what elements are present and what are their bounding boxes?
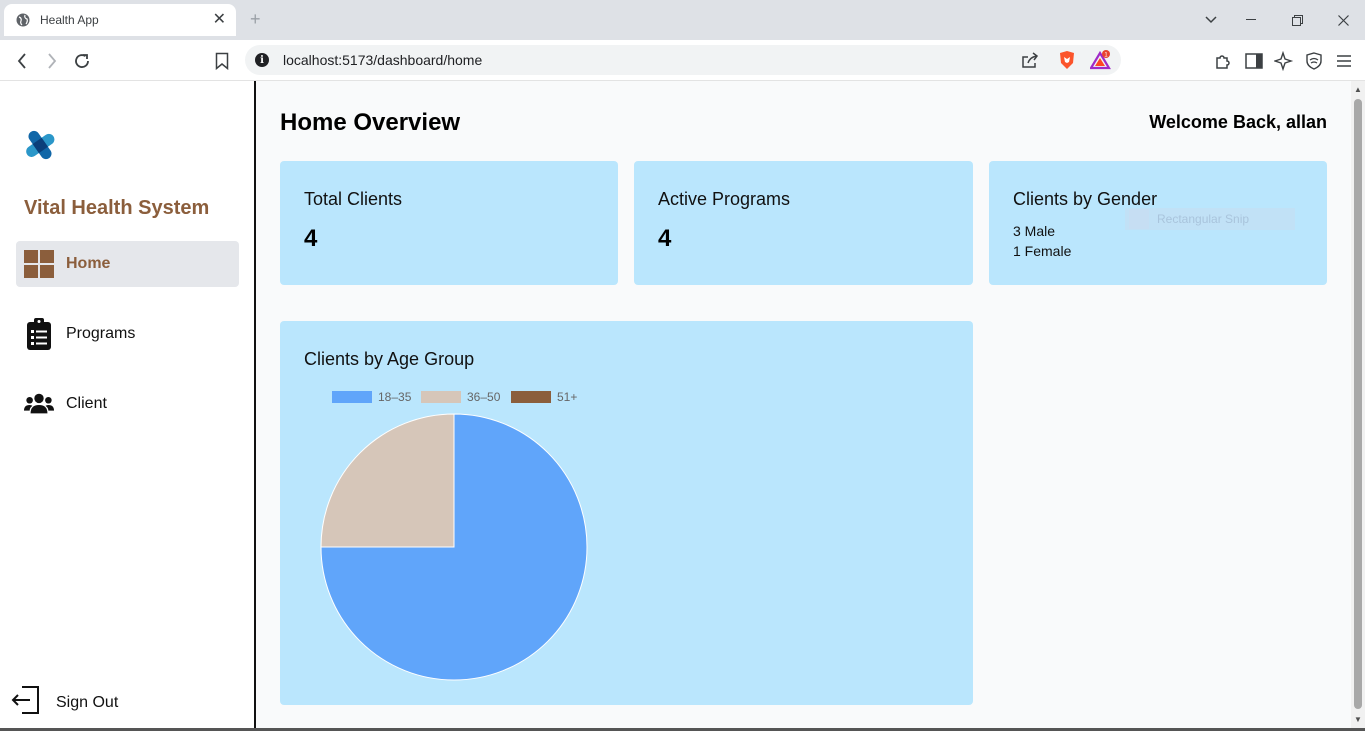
browser-tab-bar: Health App ✕ + (0, 0, 1365, 40)
snip-overlay-text: Rectangular Snip (1157, 212, 1250, 226)
browser-toolbar: i localhost:5173/dashboard/home 1 (0, 40, 1365, 81)
legend-item[interactable]: 36–50 (421, 390, 500, 404)
app-logo (20, 125, 60, 165)
pie-slice-36–50[interactable] (320, 413, 455, 548)
scroll-down-icon[interactable]: ▼ (1354, 715, 1362, 724)
forward-icon[interactable] (41, 50, 63, 72)
male-count: 3 Male (1013, 223, 1056, 239)
brave-shield-icon[interactable] (1056, 49, 1078, 71)
snip-icon (1129, 209, 1149, 229)
female-count: 1 Female (1013, 243, 1072, 259)
legend-swatch (421, 391, 461, 403)
legend-label: 36–50 (467, 390, 501, 404)
leo-ai-icon[interactable] (1273, 50, 1295, 72)
brave-rewards-icon[interactable]: 1 (1090, 49, 1112, 71)
sidebar-item-client[interactable]: Client (16, 381, 239, 427)
card-title: Total Clients (304, 189, 403, 209)
tab-search-chevron-icon[interactable] (1201, 10, 1221, 30)
scroll-up-icon[interactable]: ▲ (1354, 85, 1362, 94)
sign-out-label: Sign Out (56, 693, 119, 711)
clipboard-list-icon (24, 318, 54, 350)
scrollbar-thumb[interactable] (1354, 99, 1362, 709)
address-bar[interactable]: i localhost:5173/dashboard/home 1 (245, 45, 1121, 75)
active-programs-card: Active Programs 4 (634, 161, 973, 285)
brand-name: Vital Health System (24, 197, 210, 219)
app-viewport: Vital Health System Home Programs Client… (0, 81, 1365, 728)
back-icon[interactable] (11, 50, 33, 72)
globe-icon (16, 13, 30, 27)
snip-overlay: Rectangular Snip (1125, 208, 1295, 230)
page-title: Home Overview (280, 109, 461, 136)
sidebar-toggle-icon[interactable] (1243, 50, 1265, 72)
menu-icon[interactable] (1333, 50, 1355, 72)
welcome-message: Welcome Back, allan (1149, 112, 1327, 132)
sidebar-item-home[interactable]: Home (16, 241, 239, 287)
share-icon[interactable] (1019, 49, 1041, 71)
legend-item[interactable]: 51+ (511, 390, 577, 404)
sign-out-button[interactable]: Sign Out (10, 685, 118, 720)
users-icon (24, 389, 54, 419)
url-text: localhost:5173/dashboard/home (283, 52, 483, 68)
close-window-icon[interactable] (1333, 10, 1353, 30)
vpn-shield-icon[interactable] (1303, 50, 1325, 72)
pie-chart (320, 413, 588, 681)
tab-close-icon[interactable]: ✕ (213, 12, 226, 28)
card-title: Clients by Age Group (304, 349, 475, 369)
new-tab-icon[interactable]: + (250, 9, 261, 30)
sign-out-icon (10, 685, 40, 720)
tab-title: Health App (40, 13, 99, 27)
legend-label: 18–35 (378, 390, 412, 404)
card-title: Active Programs (658, 189, 791, 209)
sidebar-item-label: Programs (66, 325, 136, 342)
legend-swatch (511, 391, 551, 403)
sidebar-item-label: Client (66, 395, 107, 412)
age-group-chart-card: Clients by Age Group 18–35 36–50 51+ (280, 321, 973, 705)
grid-icon (24, 249, 54, 279)
restore-icon[interactable] (1287, 10, 1307, 30)
sidebar-item-programs[interactable]: Programs (16, 311, 239, 357)
card-title: Clients by Gender (1013, 189, 1158, 209)
site-info-icon[interactable]: i (255, 53, 269, 67)
legend-swatch (332, 391, 372, 403)
sidebar-item-label: Home (66, 255, 111, 272)
browser-tab[interactable]: Health App ✕ (4, 4, 236, 36)
minimize-icon[interactable] (1241, 10, 1261, 30)
bookmark-icon[interactable] (211, 50, 233, 72)
card-value: 4 (658, 225, 672, 252)
extensions-icon[interactable] (1212, 50, 1234, 72)
main-content: Home Overview Welcome Back, allan Total … (256, 81, 1351, 728)
sidebar: Vital Health System Home Programs Client… (0, 81, 256, 728)
legend-label: 51+ (557, 390, 578, 404)
card-value: 4 (304, 225, 318, 252)
total-clients-card: Total Clients 4 (280, 161, 618, 285)
page-scrollbar[interactable]: ▲ ▼ (1351, 81, 1365, 728)
legend-item[interactable]: 18–35 (332, 390, 411, 404)
reload-icon[interactable] (71, 50, 93, 72)
